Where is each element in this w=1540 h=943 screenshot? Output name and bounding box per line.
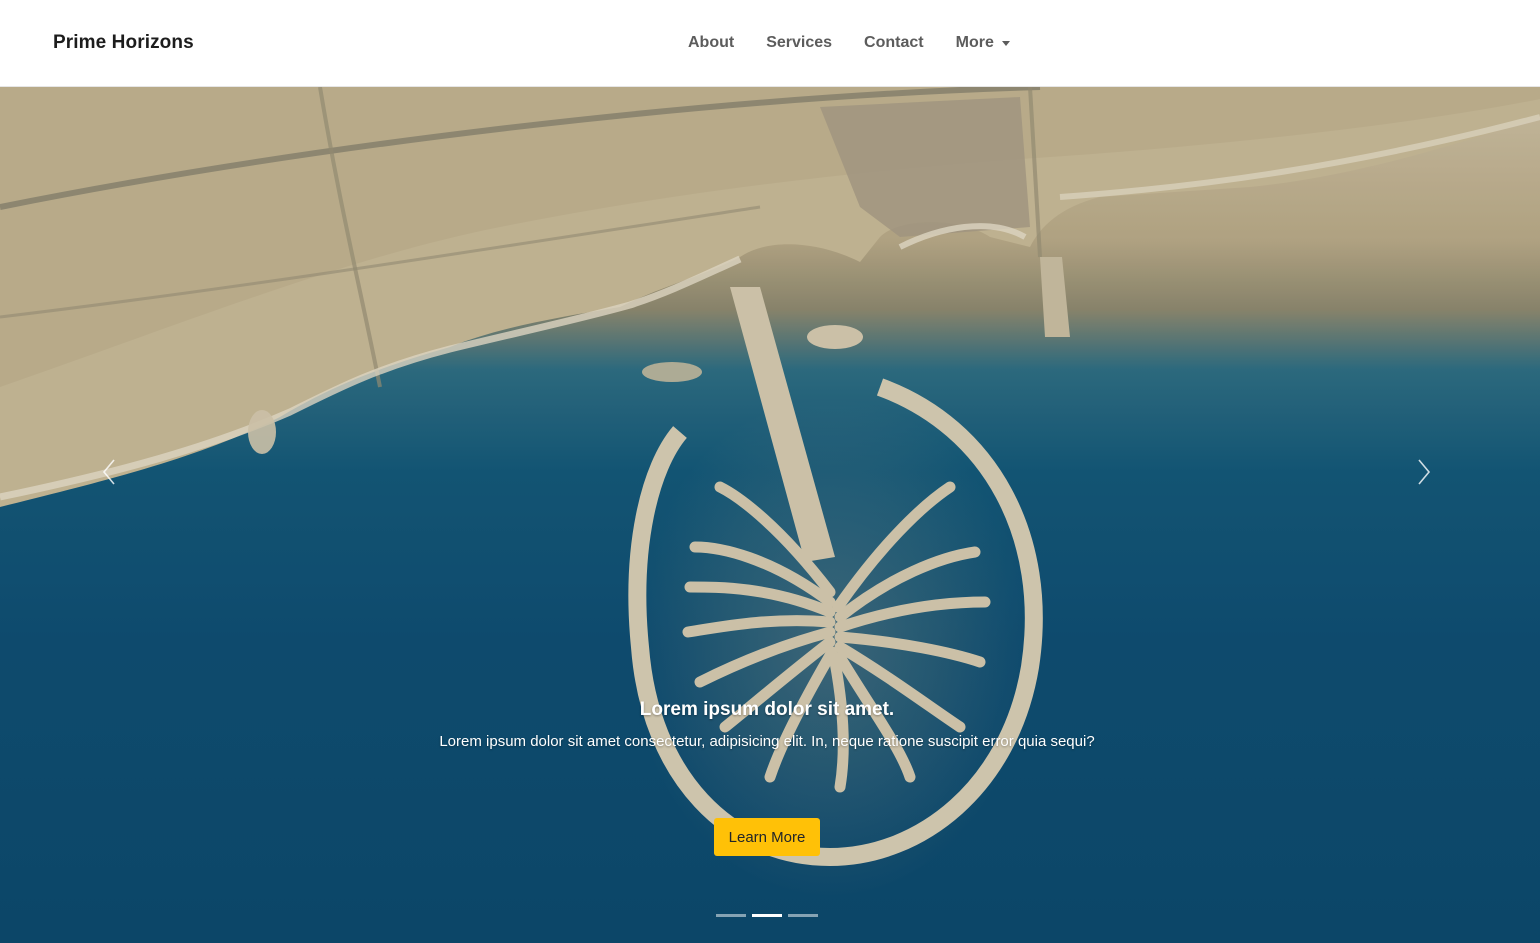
caret-down-icon: [1001, 41, 1010, 46]
chevron-left-icon: [102, 459, 115, 485]
chevron-right-icon: [1418, 459, 1431, 485]
nav-more-label: More: [955, 34, 994, 51]
carousel-indicator-3[interactable]: [788, 914, 818, 917]
carousel-next-button[interactable]: [1404, 457, 1444, 487]
nav-link-contact[interactable]: Contact: [864, 34, 924, 52]
carousel-indicator-1[interactable]: [716, 914, 746, 917]
nav-link-services[interactable]: Services: [766, 34, 832, 52]
brand-logo[interactable]: Prime Horizons: [53, 32, 194, 54]
carousel-prev-button[interactable]: [89, 457, 129, 487]
nav-dropdown-more[interactable]: More: [956, 34, 1010, 52]
caption-title: Lorem ipsum dolor sit amet.: [639, 699, 895, 720]
hero-carousel: Lorem ipsum dolor sit amet. Lorem ipsum …: [0, 87, 1540, 943]
caption-text: Lorem ipsum dolor sit amet consectetur, …: [439, 733, 1095, 750]
hero-overlay: [0, 87, 1540, 943]
carousel-indicators: [716, 914, 824, 917]
carousel-indicator-2[interactable]: [752, 914, 782, 917]
nav-link-about[interactable]: About: [688, 34, 734, 52]
nav-links: About Services Contact More: [688, 34, 1010, 52]
navbar: Prime Horizons About Services Contact Mo…: [0, 0, 1540, 87]
learn-more-button[interactable]: Learn More: [714, 818, 820, 856]
